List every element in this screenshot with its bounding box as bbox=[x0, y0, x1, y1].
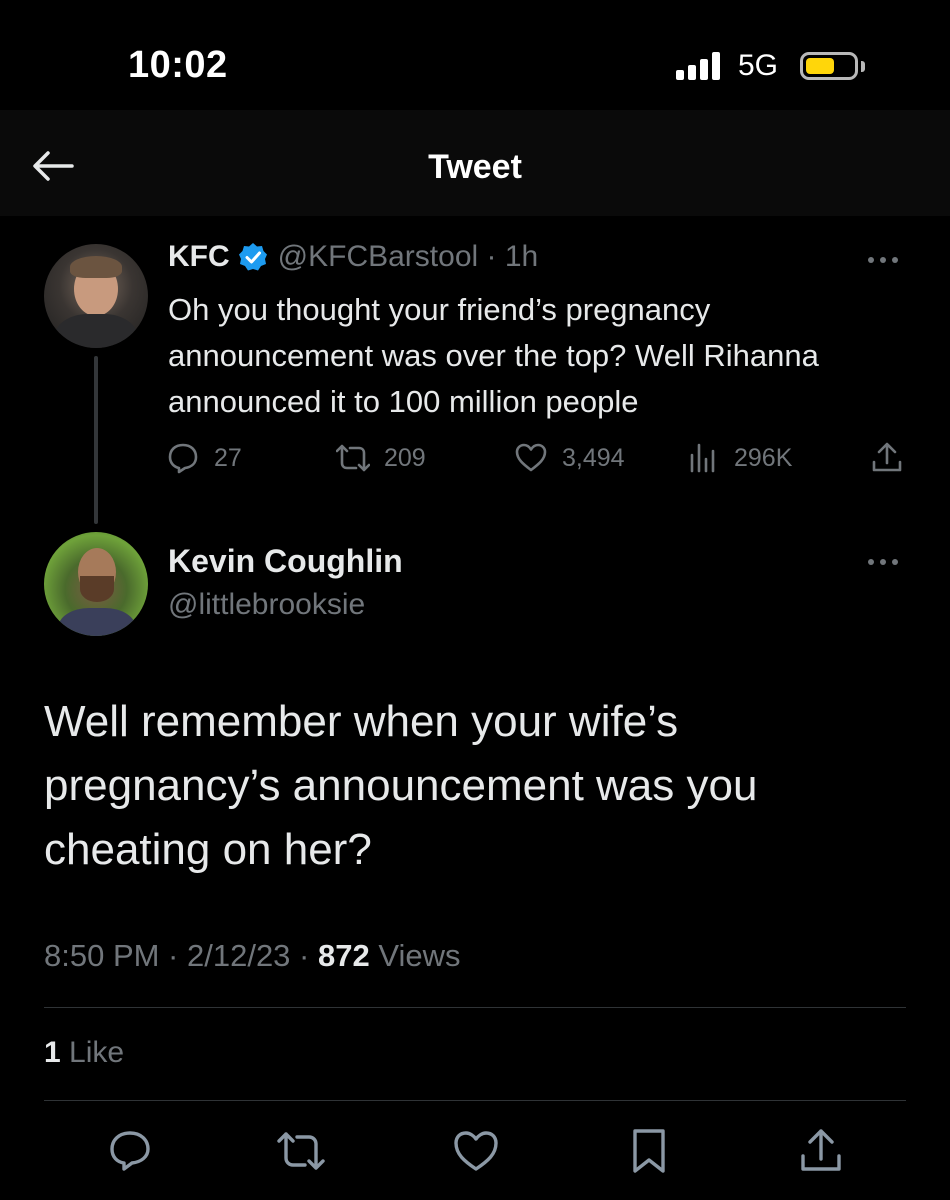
more-options-icon[interactable] bbox=[868, 557, 904, 567]
signal-icon bbox=[676, 52, 722, 80]
reply-text: Well remember when your wife’s pregnancy… bbox=[44, 697, 758, 874]
retweet-count: 209 bbox=[384, 443, 426, 472]
share-icon bbox=[801, 1129, 841, 1171]
reply-button[interactable]: 27 bbox=[166, 438, 242, 478]
verified-badge-icon bbox=[238, 243, 267, 271]
bookmark-icon bbox=[633, 1129, 665, 1173]
page-title: Tweet bbox=[428, 148, 522, 186]
divider bbox=[44, 1100, 906, 1101]
reply-author-handle[interactable]: @littlebrooksie bbox=[168, 588, 365, 622]
like-icon bbox=[515, 443, 547, 472]
tweet-actions: 27 209 3,494 296K bbox=[166, 438, 906, 478]
tweet-text: Oh you thought your friend’s pregnancy a… bbox=[168, 292, 819, 419]
reply-author-name[interactable]: Kevin Coughlin bbox=[168, 543, 403, 580]
retweet-button[interactable]: 209 bbox=[336, 438, 426, 478]
likes-summary[interactable]: 1 Like bbox=[44, 1036, 124, 1070]
more-options-icon[interactable] bbox=[868, 255, 904, 265]
bookmark-button[interactable] bbox=[624, 1126, 674, 1176]
likes-label: Like bbox=[60, 1036, 125, 1069]
tweet-author-line: KFC @KFCBarstool · 1h bbox=[168, 240, 538, 274]
avatar-kevin[interactable] bbox=[44, 532, 148, 636]
network-label: 5G bbox=[738, 49, 779, 82]
like-count: 3,494 bbox=[562, 443, 625, 472]
share-icon bbox=[872, 442, 902, 472]
header: Tweet bbox=[0, 110, 950, 216]
divider bbox=[44, 1007, 906, 1008]
retweet-button[interactable] bbox=[276, 1126, 326, 1176]
status-bar: 10:02 5G bbox=[0, 0, 950, 110]
like-button[interactable] bbox=[451, 1126, 501, 1176]
tweet-timestamp: 8:50 PM · 2/12/23 · bbox=[44, 938, 318, 973]
views-count: 872 bbox=[317, 938, 370, 973]
likes-count: 1 bbox=[44, 1036, 61, 1069]
like-button[interactable]: 3,494 bbox=[514, 438, 625, 478]
reply-count: 27 bbox=[214, 443, 242, 472]
retweet-icon bbox=[277, 1132, 325, 1170]
retweet-icon bbox=[336, 444, 370, 472]
status-time: 10:02 bbox=[128, 44, 228, 86]
share-button[interactable] bbox=[796, 1126, 846, 1176]
battery-icon bbox=[800, 52, 858, 80]
views-label[interactable]: Views bbox=[370, 938, 460, 973]
reply-icon bbox=[168, 443, 198, 474]
bottom-action-bar bbox=[0, 1126, 950, 1176]
reply-button[interactable] bbox=[105, 1126, 155, 1176]
share-button[interactable] bbox=[870, 438, 904, 478]
reply-icon bbox=[110, 1131, 150, 1171]
tweet-meta: 8:50 PM · 2/12/23 · 872 Views bbox=[44, 938, 460, 974]
author-name[interactable]: KFC bbox=[168, 240, 230, 274]
battery-nub bbox=[861, 61, 865, 72]
author-handle-time[interactable]: @KFCBarstool · 1h bbox=[278, 240, 539, 274]
views-icon bbox=[690, 443, 715, 473]
views-count: 296K bbox=[734, 443, 793, 472]
avatar-kfc[interactable] bbox=[44, 244, 148, 348]
like-icon bbox=[454, 1131, 498, 1171]
thread-line bbox=[94, 356, 98, 524]
views-button[interactable]: 296K bbox=[686, 438, 792, 478]
